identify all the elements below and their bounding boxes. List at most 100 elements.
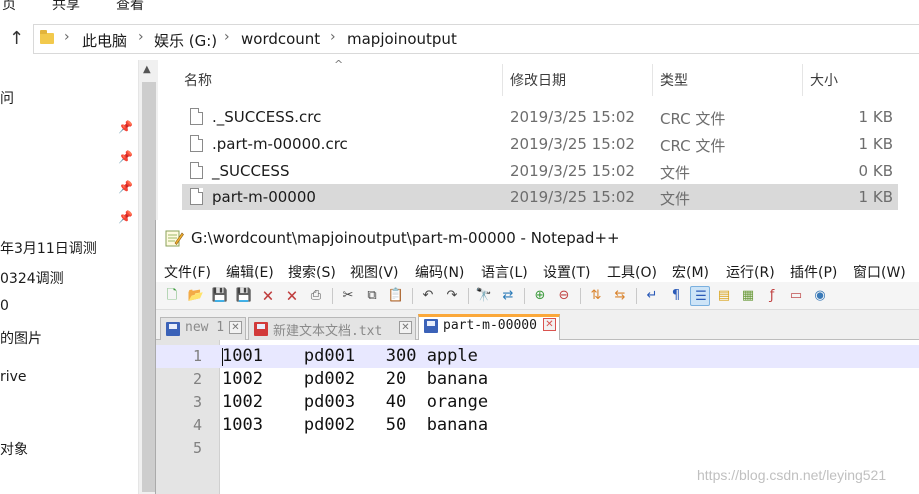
breadcrumb-mapjoinoutput[interactable]: mapjoinoutput (347, 30, 457, 48)
folder-workspace-icon[interactable]: ▭ (786, 286, 806, 306)
close-icon[interactable]: 🗙 (258, 286, 278, 306)
menu-search[interactable]: 搜索(S) (288, 262, 336, 282)
column-header-name[interactable]: 名称 (184, 70, 212, 90)
chevron-right-icon[interactable]: › (224, 29, 230, 45)
monitor-icon[interactable]: ◉ (810, 286, 830, 306)
pin-icon[interactable]: 📌 (118, 150, 133, 164)
editor-line[interactable]: 5 (156, 437, 919, 460)
menu-run[interactable]: 运行(R) (726, 262, 775, 282)
chevron-right-icon[interactable]: › (138, 29, 144, 45)
ribbon-tab-fragment[interactable]: 页 (2, 0, 16, 14)
menu-bar: 文件(F) 编辑(E) 搜索(S) 视图(V) 编码(N) 语言(L) 设置(T… (156, 258, 919, 282)
show-all-chars-icon[interactable]: ¶ (666, 286, 686, 306)
file-row[interactable]: _SUCCESS 2019/3/25 15:02 文件 0 KB (182, 158, 898, 184)
menu-window[interactable]: 窗口(W) (853, 262, 906, 282)
word-wrap-icon[interactable]: ↵ (642, 286, 662, 306)
column-divider[interactable] (802, 64, 803, 96)
file-name: part-m-00000 (212, 188, 316, 206)
ribbon-tab-share[interactable]: 共享 (52, 0, 80, 14)
tab-new-text-document[interactable]: 新建文本文档.txt ✕ (248, 317, 416, 340)
menu-macro[interactable]: 宏(M) (672, 262, 709, 282)
toolbar: 🗋 📂 💾 💾 🗙 🗙 ⎙ ✂ ⧉ 📋 ↶ ↷ 🔭 ⇄ ⊕ ⊖ ⇅ ⇆ ↵ ¶ … (156, 282, 919, 310)
nav-item[interactable]: 0 (0, 298, 9, 314)
editor-line[interactable]: 3 1002 pd003 40 orange (156, 391, 919, 414)
open-file-icon[interactable]: 📂 (186, 286, 206, 306)
up-arrow-icon[interactable]: ↑ (9, 28, 24, 49)
window-title: G:\wordcount\mapjoinoutput\part-m-00000 … (191, 229, 620, 247)
zoom-in-icon[interactable]: ⊕ (530, 286, 550, 306)
file-row[interactable]: .part-m-00000.crc 2019/3/25 15:02 CRC 文件… (182, 131, 898, 157)
nav-item[interactable]: 对象 (0, 439, 28, 459)
tab-close-icon[interactable]: ✕ (229, 321, 242, 334)
chevron-right-icon[interactable]: › (330, 29, 336, 45)
menu-settings[interactable]: 设置(T) (543, 262, 590, 282)
zoom-out-icon[interactable]: ⊖ (554, 286, 574, 306)
save-all-icon[interactable]: 💾 (234, 286, 254, 306)
file-type: 文件 (660, 190, 691, 208)
nav-item[interactable]: 问 (0, 88, 14, 108)
sync-vertical-icon[interactable]: ⇅ (586, 286, 606, 306)
file-row[interactable]: ._SUCCESS.crc 2019/3/25 15:02 CRC 文件 1 K… (182, 104, 898, 130)
notepad-plus-plus-logo-icon (165, 230, 184, 247)
pin-icon[interactable]: 📌 (118, 180, 133, 194)
toolbar-separator (524, 288, 525, 304)
close-all-icon[interactable]: 🗙 (282, 286, 302, 306)
saved-disk-icon (424, 319, 438, 333)
tab-close-icon[interactable]: ✕ (543, 318, 556, 331)
tab-close-icon[interactable]: ✕ (399, 321, 412, 334)
folder-icon (40, 30, 54, 44)
document-map-icon[interactable]: ▦ (738, 286, 758, 306)
nav-item[interactable]: 的图片 (0, 328, 42, 348)
save-icon[interactable]: 💾 (210, 286, 230, 306)
file-row-selected[interactable]: part-m-00000 2019/3/25 15:02 文件 1 KB (182, 184, 898, 210)
file-icon (190, 135, 203, 152)
nav-item[interactable]: 年3月11日调测 (0, 238, 97, 258)
new-file-icon[interactable]: 🗋 (162, 286, 182, 306)
cut-icon[interactable]: ✂ (338, 286, 358, 306)
editor-line[interactable]: 1 1001 pd001 300 apple (156, 345, 919, 368)
column-divider[interactable] (502, 64, 503, 96)
copy-icon[interactable]: ⧉ (362, 286, 382, 306)
nav-item[interactable]: rive (0, 369, 27, 385)
indent-guide-icon[interactable]: ☰ (690, 286, 710, 306)
file-icon (190, 188, 203, 205)
pin-icon[interactable]: 📌 (118, 120, 133, 134)
editor-line[interactable]: 4 1003 pd002 50 banana (156, 414, 919, 437)
menu-language[interactable]: 语言(L) (481, 262, 528, 282)
breadcrumb-this-pc[interactable]: 此电脑 (82, 30, 127, 51)
sync-horizontal-icon[interactable]: ⇆ (610, 286, 630, 306)
print-icon[interactable]: ⎙ (306, 286, 326, 306)
menu-tools[interactable]: 工具(O) (607, 262, 657, 282)
pin-icon[interactable]: 📌 (118, 210, 133, 224)
tab-part-m-00000[interactable]: part-m-00000 ✕ (418, 314, 560, 341)
function-list-icon[interactable]: ƒ (762, 286, 782, 306)
redo-icon[interactable]: ↷ (442, 286, 462, 306)
menu-plugins[interactable]: 插件(P) (790, 262, 837, 282)
find-icon[interactable]: 🔭 (474, 286, 494, 306)
menu-file[interactable]: 文件(F) (164, 262, 211, 282)
file-size: 0 KB (858, 162, 893, 180)
column-header-type[interactable]: 类型 (660, 70, 688, 90)
column-divider[interactable] (652, 64, 653, 96)
file-icon (190, 108, 203, 125)
column-header-modified[interactable]: 修改日期 (510, 70, 566, 90)
menu-encoding[interactable]: 编码(N) (415, 262, 464, 282)
address-box[interactable]: › 此电脑 › 娱乐 (G:) › wordcount › mapjoinout… (33, 24, 919, 54)
tab-new-1[interactable]: new 1 ✕ (160, 317, 246, 340)
window-titlebar[interactable]: G:\wordcount\mapjoinoutput\part-m-00000 … (156, 220, 919, 258)
replace-icon[interactable]: ⇄ (498, 286, 518, 306)
paste-icon[interactable]: 📋 (386, 286, 406, 306)
editor-line[interactable]: 2 1002 pd002 20 banana (156, 368, 919, 391)
nav-item[interactable]: 0324调测 (0, 268, 64, 288)
undo-icon[interactable]: ↶ (418, 286, 438, 306)
breadcrumb-drive[interactable]: 娱乐 (G:) (154, 30, 217, 51)
scroll-up-icon[interactable]: ▲ (143, 64, 151, 75)
chevron-right-icon[interactable]: › (64, 29, 70, 45)
column-header-size[interactable]: 大小 (810, 70, 838, 90)
ribbon-tab-view[interactable]: 查看 (116, 0, 144, 14)
menu-edit[interactable]: 编辑(E) (226, 262, 274, 282)
menu-view[interactable]: 视图(V) (350, 262, 399, 282)
breadcrumb-wordcount[interactable]: wordcount (241, 30, 320, 48)
fold-icon[interactable]: ▤ (714, 286, 734, 306)
scrollbar-thumb[interactable] (142, 82, 156, 492)
